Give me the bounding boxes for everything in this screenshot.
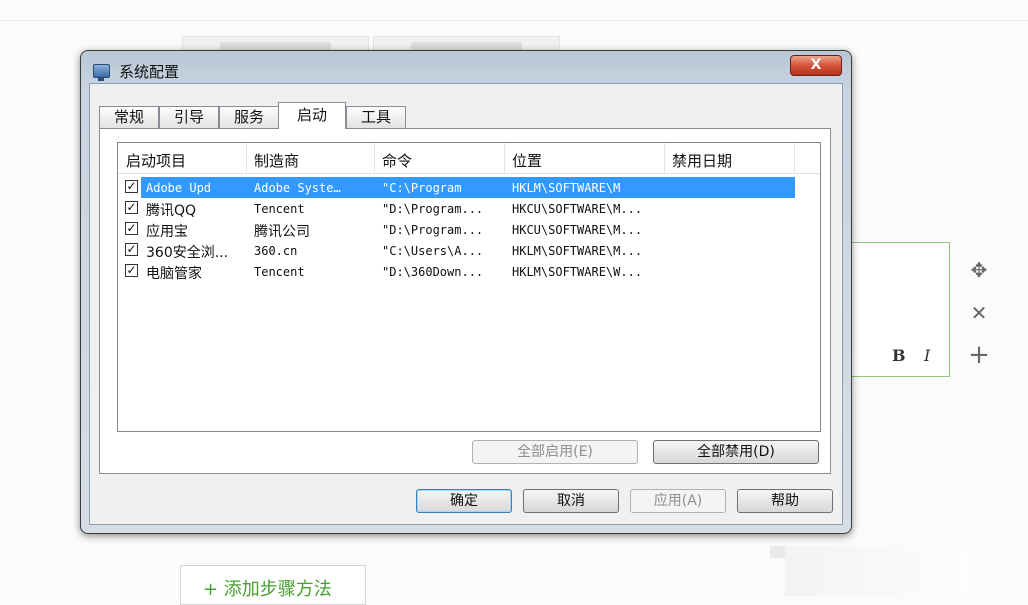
tab-general[interactable]: 常规 — [99, 106, 159, 128]
add-step-button[interactable]: + 添加步骤方法 — [180, 565, 366, 605]
row-checkbox[interactable]: ✓ — [125, 264, 138, 277]
cell-maker: 腾讯公司 — [254, 224, 310, 240]
tab-tools[interactable]: 工具 — [346, 106, 406, 128]
column-divider[interactable] — [246, 143, 247, 173]
cell-command: "C:\Users\A... — [382, 244, 484, 258]
cell-maker: Adobe Syste… — [254, 181, 341, 195]
cell-item: 电脑管家 — [146, 266, 202, 282]
startup-row[interactable]: ✓ 腾讯QQ Tencent "D:\Program... HKCU\SOFTW… — [118, 198, 820, 219]
cell-command: "D:\Program... — [382, 202, 484, 216]
row-checkbox[interactable]: ✓ — [125, 180, 138, 193]
cell-item: Adobe Upd — [146, 181, 212, 195]
bold-button[interactable]: B — [892, 346, 906, 365]
system-config-dialog: 系统配置 X 常规 引导 服务 启动 工具 启动项目 制造商 命令 位置 禁用日… — [80, 50, 852, 534]
column-header-location[interactable]: 位置 — [512, 150, 542, 171]
column-divider[interactable] — [794, 143, 795, 173]
cell-location: HKLM\SOFTWARE\W... — [512, 265, 643, 279]
enable-all-button[interactable]: 全部启用(E) — [472, 440, 638, 464]
row-checkbox[interactable]: ✓ — [125, 201, 138, 214]
cell-location: HKLM\SOFTWARE\M... — [512, 244, 643, 258]
column-header-maker[interactable]: 制造商 — [254, 150, 299, 171]
tab-startup[interactable]: 启动 — [278, 102, 346, 129]
column-divider[interactable] — [664, 143, 665, 173]
list-header: 启动项目 制造商 命令 位置 禁用日期 — [118, 143, 820, 174]
cell-maker: Tencent — [254, 202, 305, 216]
page-top-divider — [0, 20, 1028, 21]
startup-row[interactable]: ✓ 电脑管家 Tencent "D:\360Down... HKLM\SOFTW… — [118, 261, 820, 282]
row-highlight — [141, 177, 795, 198]
system-config-icon — [93, 64, 110, 81]
startup-panel: 启动项目 制造商 命令 位置 禁用日期 ✓ Adobe Upd Adobe Sy… — [99, 128, 831, 474]
disable-all-button[interactable]: 全部禁用(D) — [653, 440, 819, 464]
ok-button[interactable]: 确定 — [416, 489, 512, 513]
cell-location: HKLM\SOFTWARE\M — [512, 181, 621, 195]
startup-row[interactable]: ✓ 360安全浏... 360.cn "C:\Users\A... HKLM\S… — [118, 240, 820, 261]
tab-boot[interactable]: 引导 — [159, 106, 219, 128]
startup-list[interactable]: 启动项目 制造商 命令 位置 禁用日期 ✓ Adobe Upd Adobe Sy… — [117, 142, 821, 432]
cell-command: "C:\Program — [382, 181, 462, 195]
cell-maker: Tencent — [254, 265, 305, 279]
cell-maker: 360.cn — [254, 244, 298, 258]
startup-row[interactable]: ✓ 应用宝 腾讯公司 "D:\Program... HKCU\SOFTWARE\… — [118, 219, 820, 240]
dialog-title: 系统配置 — [119, 63, 180, 81]
column-header-command[interactable]: 命令 — [382, 150, 412, 171]
move-icon[interactable]: ✥ — [965, 256, 993, 284]
column-divider[interactable] — [374, 143, 375, 173]
cancel-button[interactable]: 取消 — [523, 489, 619, 513]
tab-services[interactable]: 服务 — [219, 106, 279, 128]
cell-item: 360安全浏... — [146, 245, 229, 261]
cell-command: "D:\Program... — [382, 223, 484, 237]
row-checkbox[interactable]: ✓ — [125, 222, 138, 235]
column-header-disable-date[interactable]: 禁用日期 — [672, 150, 732, 171]
plus-icon[interactable]: + — [965, 341, 993, 369]
row-checkbox[interactable]: ✓ — [125, 243, 138, 256]
italic-button[interactable]: I — [924, 346, 930, 365]
column-divider[interactable] — [504, 143, 505, 173]
startup-row[interactable]: ✓ Adobe Upd Adobe Syste… "C:\Program HKL… — [118, 177, 820, 198]
close-button[interactable]: X — [790, 55, 842, 76]
cell-command: "D:\360Down... — [382, 265, 484, 279]
cell-location: HKCU\SOFTWARE\M... — [512, 202, 643, 216]
cell-item: 应用宝 — [146, 224, 188, 240]
cell-location: HKCU\SOFTWARE\M... — [512, 223, 643, 237]
blurred-area — [785, 546, 970, 596]
help-button[interactable]: 帮助 — [737, 489, 833, 513]
close-icon[interactable]: ✕ — [965, 299, 993, 327]
column-header-item[interactable]: 启动项目 — [126, 150, 186, 171]
cell-item: 腾讯QQ — [146, 203, 197, 219]
apply-button[interactable]: 应用(A) — [630, 489, 726, 513]
dialog-client: 常规 引导 服务 启动 工具 启动项目 制造商 命令 位置 禁用日期 ✓ Ado… — [89, 83, 843, 525]
